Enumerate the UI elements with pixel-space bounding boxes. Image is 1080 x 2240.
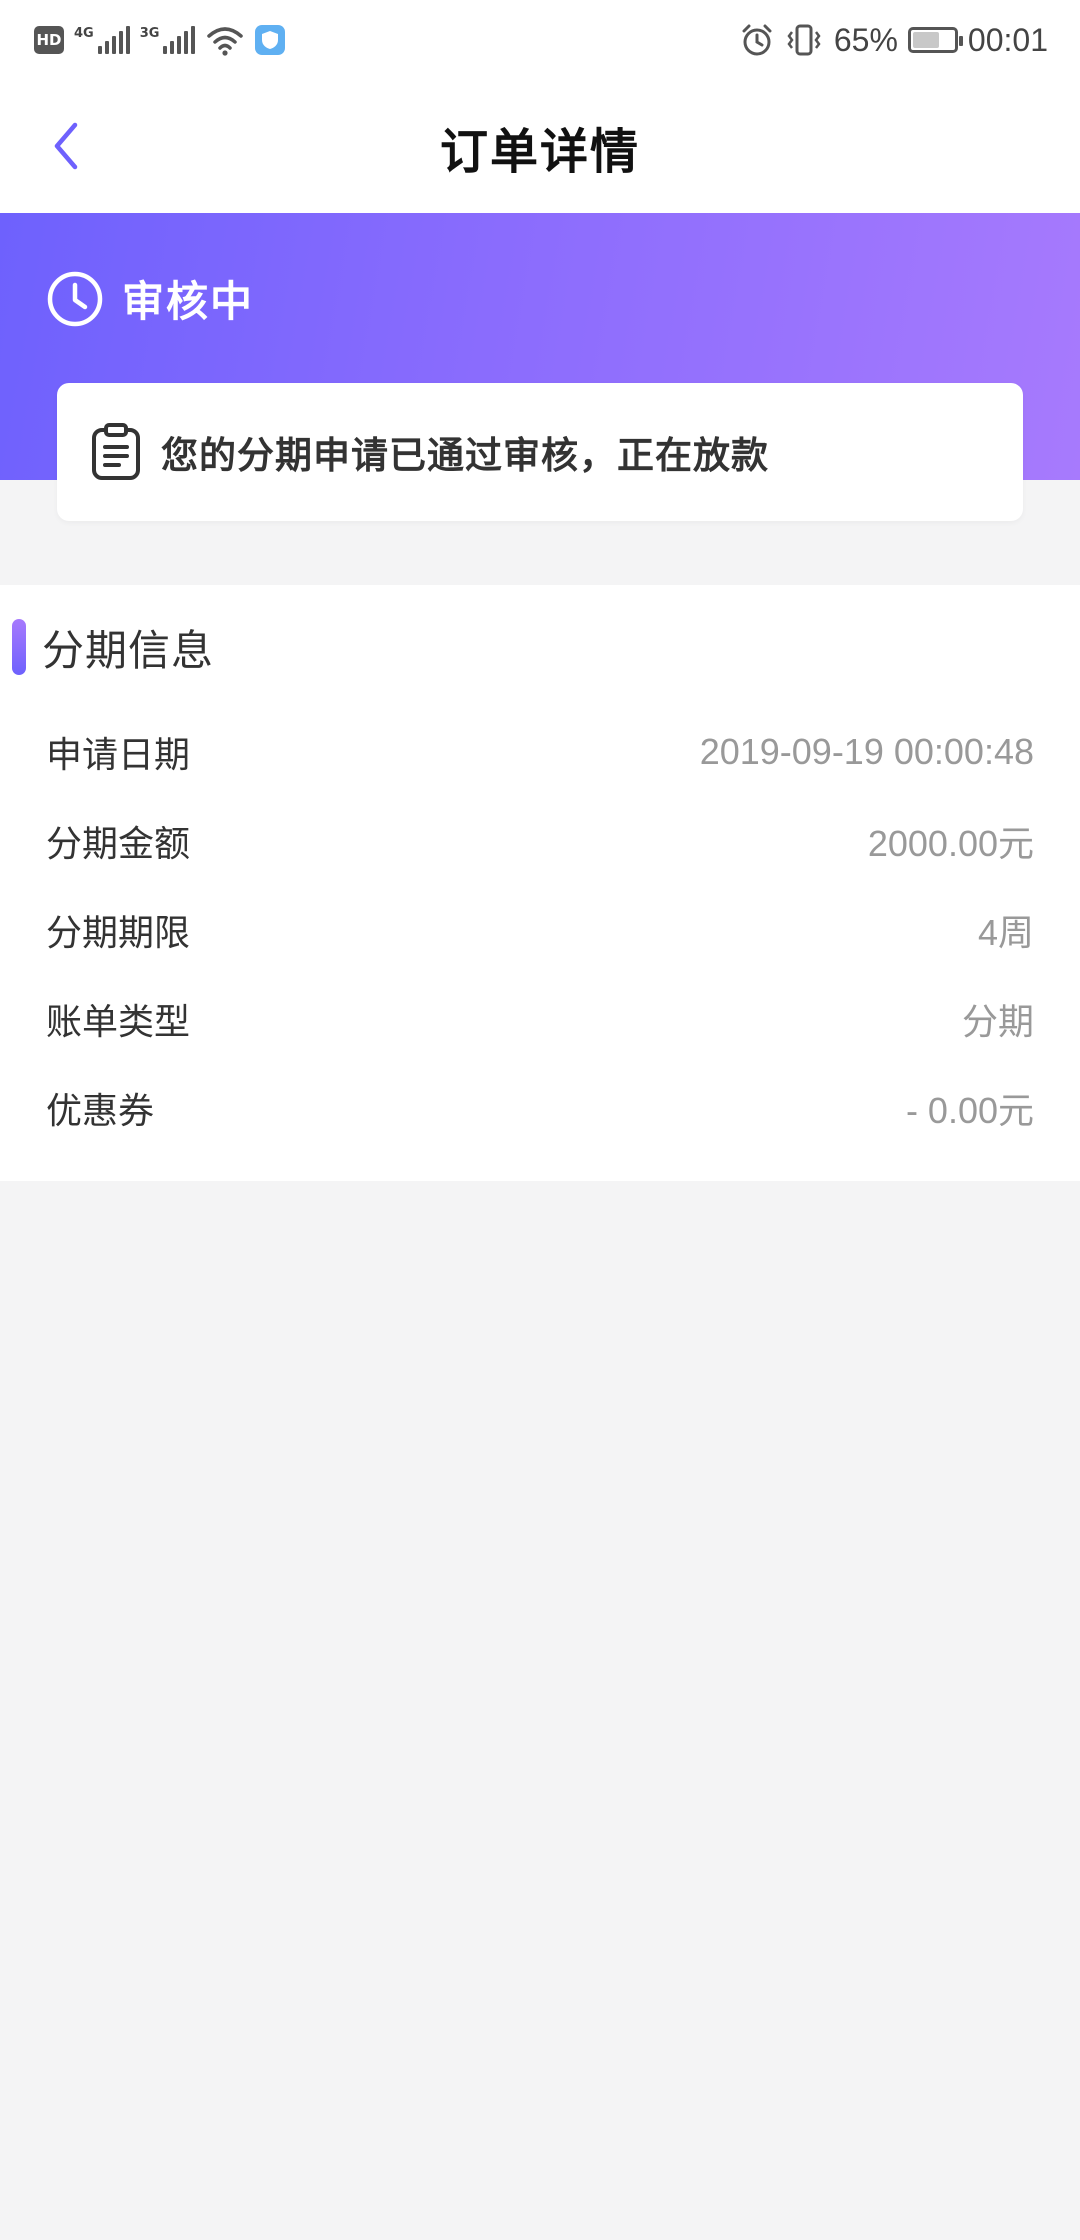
- info-row-coupon: 优惠券 - 0.00元: [46, 1078, 1034, 1138]
- order-detail-page: HD 4G 3G 65% 00:01 订单详情 审核中 您的分期申请已通过审核，…: [0, 0, 1080, 2240]
- back-button[interactable]: [36, 116, 96, 176]
- battery-icon: [907, 27, 963, 53]
- info-value: 分期: [961, 1001, 1034, 1042]
- alarm-icon: [742, 24, 772, 56]
- section-accent-bar: [12, 619, 26, 675]
- review-status: 审核中: [46, 268, 254, 329]
- info-value: 2019-09-19 00:00:48: [699, 731, 1034, 772]
- info-value: 4周: [977, 912, 1034, 953]
- network-3g-label: 3G: [139, 26, 160, 41]
- status-bar: HD 4G 3G 65% 00:01: [0, 0, 1080, 80]
- info-row-bill-type: 账单类型 分期: [46, 989, 1034, 1049]
- info-label: 优惠券: [46, 1091, 155, 1132]
- info-row-apply-date: 申请日期 2019-09-19 00:00:48: [46, 722, 1034, 782]
- info-label: 分期期限: [46, 913, 191, 954]
- battery-level-fill: [912, 32, 939, 48]
- navigation-bar: 订单详情: [0, 80, 1080, 213]
- signal-bars-icon: [97, 26, 130, 54]
- chevron-left-icon: [54, 122, 78, 170]
- info-row-amount: 分期金额 2000.00元: [46, 811, 1034, 871]
- notice-text: 您的分期申请已通过审核，正在放款: [161, 434, 769, 477]
- section-title: 分期信息: [42, 625, 215, 675]
- vibrate-icon: [787, 24, 821, 56]
- battery-percent: 65%: [833, 21, 898, 58]
- status-label: 审核中: [122, 277, 255, 326]
- info-label: 申请日期: [46, 735, 191, 776]
- notice-card: 您的分期申请已通过审核，正在放款: [57, 383, 1023, 521]
- info-label: 分期金额: [46, 824, 191, 865]
- clock-icon: [47, 271, 103, 326]
- installment-info-section: 分期信息 申请日期 2019-09-19 00:00:48 分期金额 2000.…: [0, 585, 1080, 1181]
- clipboard-icon: [92, 423, 140, 480]
- info-value: 2000.00元: [867, 823, 1034, 864]
- network-4g-label: 4G: [74, 26, 94, 41]
- info-label: 账单类型: [46, 1002, 191, 1043]
- security-shield-icon: [255, 25, 286, 55]
- status-bar-left: HD 4G 3G: [34, 24, 286, 56]
- signal-bars-icon: [163, 26, 196, 54]
- page-title: 订单详情: [439, 123, 640, 180]
- wifi-icon: [207, 27, 244, 56]
- status-bar-right: 65% 00:01: [740, 22, 1048, 59]
- hd-badge: HD: [34, 26, 64, 54]
- clock-time: 00:01: [967, 21, 1048, 58]
- network-4g-signal: 4G: [74, 26, 130, 54]
- network-3g-signal: 3G: [140, 26, 196, 54]
- section-header: 分期信息: [0, 617, 214, 677]
- info-row-term: 分期期限 4周: [46, 900, 1034, 960]
- info-value: - 0.00元: [905, 1090, 1034, 1131]
